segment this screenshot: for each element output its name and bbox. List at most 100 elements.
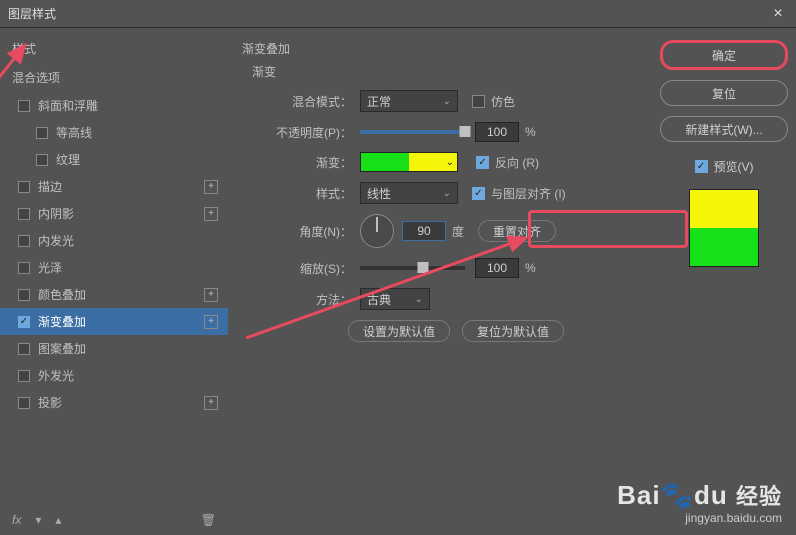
sidebar-item-texture[interactable]: 纹理: [0, 146, 228, 173]
sidebar-item-label: 斜面和浮雕: [38, 97, 218, 114]
sidebar-item-label: 投影: [38, 394, 204, 411]
styles-heading[interactable]: 样式: [0, 34, 228, 63]
style-select[interactable]: 线性 ⌄: [360, 182, 458, 204]
percent-label: %: [525, 125, 536, 139]
sidebar-footer: fx ▾ ▴ 🗑: [0, 513, 228, 527]
method-select[interactable]: 古典 ⌄: [360, 288, 430, 310]
checkbox-icon[interactable]: [18, 370, 30, 382]
gradient-label: 渐变：: [252, 154, 352, 171]
sidebar-item-label: 描边: [38, 178, 204, 195]
main-area: 样式 混合选项 斜面和浮雕 等高线 纹理 描边 + 内阴影 + 内发光: [0, 28, 796, 535]
gradient-row: 渐变： ⌄ 反向 (R): [238, 152, 642, 172]
watermark-text: Bai: [617, 480, 660, 510]
blend-mode-label: 混合模式：: [252, 93, 352, 110]
sidebar-item-pattern-overlay[interactable]: 图案叠加: [0, 335, 228, 362]
panel-subhead: 渐变: [238, 63, 642, 80]
reverse-checkbox[interactable]: [476, 156, 489, 169]
sidebar-item-label: 渐变叠加: [38, 313, 204, 330]
sidebar-item-label: 内发光: [38, 232, 218, 249]
fx-icon[interactable]: fx: [12, 513, 21, 527]
checkbox-icon[interactable]: [18, 397, 30, 409]
align-label: 与图层对齐 (I): [491, 185, 566, 202]
select-value: 正常: [367, 93, 391, 110]
reverse-label: 反向 (R): [495, 154, 539, 171]
scale-row: 缩放(S)： 100 %: [238, 258, 642, 278]
plus-icon[interactable]: +: [204, 180, 218, 194]
sidebar-item-label: 颜色叠加: [38, 286, 204, 303]
sidebar-item-contour[interactable]: 等高线: [0, 119, 228, 146]
new-style-button[interactable]: 新建样式(W)...: [660, 116, 788, 142]
reset-align-button[interactable]: 重置对齐: [478, 220, 556, 242]
style-row: 样式： 线性 ⌄ 与图层对齐 (I): [238, 182, 642, 204]
sidebar-item-color-overlay[interactable]: 颜色叠加 +: [0, 281, 228, 308]
opacity-value[interactable]: 100: [475, 122, 519, 142]
checkbox-icon[interactable]: [18, 235, 30, 247]
sidebar-item-label: 内阴影: [38, 205, 204, 222]
checkbox-icon[interactable]: [18, 181, 30, 193]
opacity-row: 不透明度(P)： 100 %: [238, 122, 642, 142]
checkbox-icon[interactable]: [18, 316, 30, 328]
watermark: Bai🐾du 经验 jingyan.baidu.com: [617, 479, 782, 525]
settings-panel: 渐变叠加 渐变 混合模式： 正常 ⌄ 仿色 不透明度(P)： 100 % 渐变：…: [228, 28, 652, 535]
chevron-down-icon[interactable]: ▾: [35, 513, 41, 527]
blend-mode-select[interactable]: 正常 ⌄: [360, 90, 458, 112]
checkbox-icon[interactable]: [36, 127, 48, 139]
preview-row: 预览(V): [695, 158, 754, 175]
close-icon[interactable]: ×: [768, 5, 788, 23]
sidebar-item-satin[interactable]: 光泽: [0, 254, 228, 281]
ok-button[interactable]: 确定: [660, 40, 788, 70]
plus-icon[interactable]: +: [204, 288, 218, 302]
chevron-down-icon: ⌄: [443, 96, 451, 107]
scale-value[interactable]: 100: [475, 258, 519, 278]
window-title: 图层样式: [8, 5, 56, 22]
chevron-down-icon: ⌄: [415, 294, 423, 305]
trash-icon[interactable]: 🗑: [201, 513, 216, 527]
checkbox-icon[interactable]: [18, 100, 30, 112]
checkbox-icon[interactable]: [18, 289, 30, 301]
reset-button[interactable]: 复位: [660, 80, 788, 106]
dither-checkbox[interactable]: [472, 95, 485, 108]
sidebar-item-drop-shadow[interactable]: 投影 +: [0, 389, 228, 416]
chevron-up-icon[interactable]: ▴: [55, 513, 61, 527]
sidebar-item-label: 外发光: [38, 367, 218, 384]
blend-mode-row: 混合模式： 正常 ⌄ 仿色: [238, 90, 642, 112]
watermark-text: 经验: [736, 484, 782, 509]
sidebar-item-label: 光泽: [38, 259, 218, 276]
reset-default-button[interactable]: 复位为默认值: [462, 320, 564, 342]
sidebar-item-label: 纹理: [56, 151, 218, 168]
sidebar-item-inner-shadow[interactable]: 内阴影 +: [0, 200, 228, 227]
sidebar-item-label: 等高线: [56, 124, 218, 141]
checkbox-icon[interactable]: [18, 262, 30, 274]
select-value: 线性: [367, 185, 391, 202]
watermark-url: jingyan.baidu.com: [617, 511, 782, 525]
plus-icon[interactable]: +: [204, 396, 218, 410]
degree-label: 度: [452, 223, 464, 240]
sidebar-item-gradient-overlay[interactable]: 渐变叠加 +: [0, 308, 228, 335]
sidebar-item-label: 图案叠加: [38, 340, 218, 357]
angle-dial[interactable]: [360, 214, 394, 248]
scale-slider[interactable]: [360, 266, 465, 270]
checkbox-icon[interactable]: [36, 154, 48, 166]
sidebar-item-outer-glow[interactable]: 外发光: [0, 362, 228, 389]
styles-sidebar: 样式 混合选项 斜面和浮雕 等高线 纹理 描边 + 内阴影 + 内发光: [0, 28, 228, 535]
angle-label: 角度(N)：: [252, 223, 352, 240]
preview-swatch: [689, 189, 759, 267]
preview-checkbox[interactable]: [695, 160, 708, 173]
default-buttons-row: 设置为默认值 复位为默认值: [238, 320, 642, 342]
sidebar-item-inner-glow[interactable]: 内发光: [0, 227, 228, 254]
checkbox-icon[interactable]: [18, 343, 30, 355]
sidebar-item-bevel[interactable]: 斜面和浮雕: [0, 92, 228, 119]
checkbox-icon[interactable]: [18, 208, 30, 220]
blend-options-heading[interactable]: 混合选项: [0, 63, 228, 92]
opacity-slider[interactable]: [360, 130, 465, 134]
gradient-preview[interactable]: ⌄: [360, 152, 458, 172]
opacity-label: 不透明度(P)：: [252, 124, 352, 141]
plus-icon[interactable]: +: [204, 207, 218, 221]
set-default-button[interactable]: 设置为默认值: [348, 320, 450, 342]
title-bar: 图层样式 ×: [0, 0, 796, 28]
angle-value[interactable]: 90: [402, 221, 446, 241]
plus-icon[interactable]: +: [204, 315, 218, 329]
sidebar-item-stroke[interactable]: 描边 +: [0, 173, 228, 200]
align-checkbox[interactable]: [472, 187, 485, 200]
chevron-down-icon: ⌄: [443, 188, 451, 199]
